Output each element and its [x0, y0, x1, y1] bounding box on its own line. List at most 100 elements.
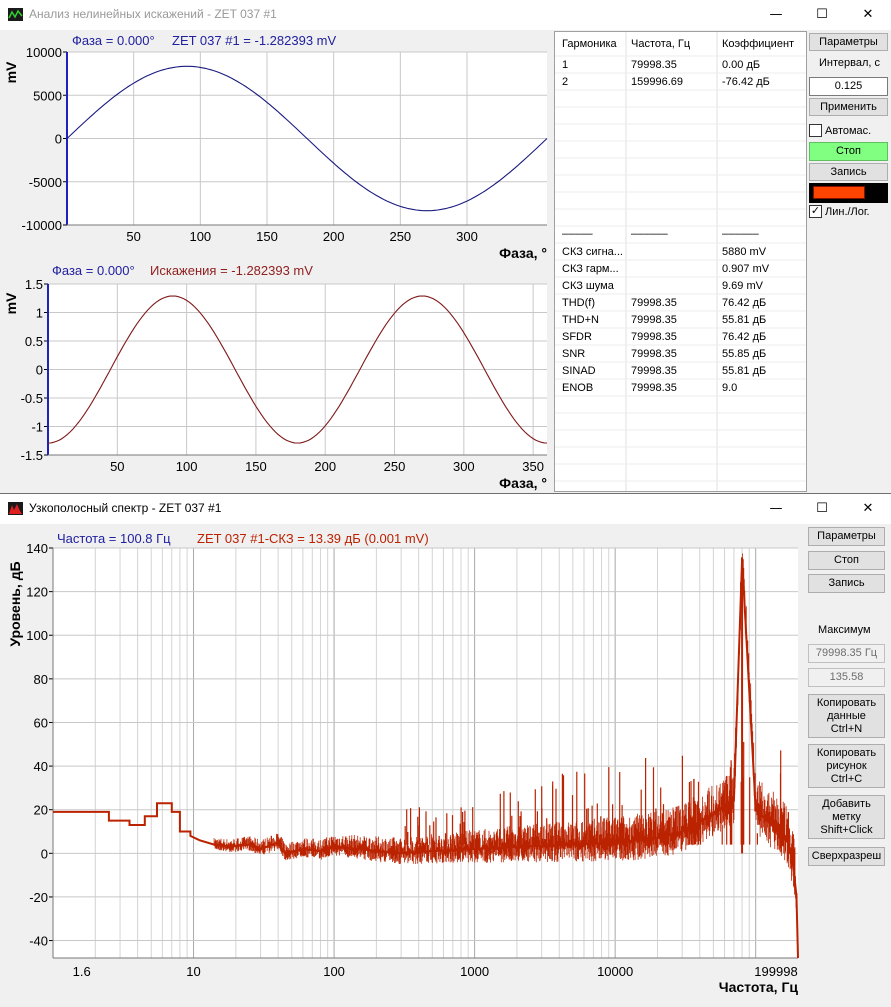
nonlinear-analysis-window: Анализ нелинейных искажений - ZET 037 #1…: [0, 0, 891, 493]
stats-row-cell[interactable]: 79998.35: [631, 314, 677, 326]
column-header-frequency[interactable]: Частота, Гц: [631, 38, 690, 50]
stats-row-cell[interactable]: 79998.35: [631, 297, 677, 309]
stats-row-cell[interactable]: SFDR: [562, 331, 592, 343]
stats-row-cell[interactable]: 55.85 дБ: [722, 348, 766, 360]
x-tick-label: 50: [126, 229, 140, 244]
cursor-readout: Фаза = 0.000°: [72, 33, 155, 48]
stats-row-cell[interactable]: СКЗ шума: [562, 280, 614, 292]
stop-button[interactable]: Стоп: [808, 551, 885, 570]
window-title: Анализ нелинейных искажений - ZET 037 #1: [29, 7, 277, 21]
cursor-readout: Частота = 100.8 Гц: [57, 531, 171, 546]
stats-row-cell[interactable]: 76.42 дБ: [722, 331, 766, 343]
y-tick-label: 60: [34, 715, 48, 730]
add-mark-line2: метку: [832, 811, 861, 823]
x-tick-label: 200: [323, 229, 345, 244]
stop-button[interactable]: Стоп: [809, 142, 888, 161]
y-tick-label: 40: [34, 759, 48, 774]
x-axis-label: Частота, Гц: [719, 979, 799, 995]
stats-row-cell[interactable]: 55.81 дБ: [722, 314, 766, 326]
add-mark-button[interactable]: Добавить метку Shift+Click: [808, 795, 885, 839]
x-tick-label: 150: [245, 459, 267, 474]
y-tick-label: 80: [34, 672, 48, 687]
stats-row-cell[interactable]: 55.81 дБ: [722, 365, 766, 377]
x-tick-label: 1000: [460, 964, 489, 979]
superresolution-button[interactable]: Сверхразреш: [808, 847, 885, 866]
parameters-button[interactable]: Параметры: [809, 33, 888, 51]
harmonic-row-cell[interactable]: -76.42 дБ: [722, 76, 770, 88]
maximize-icon[interactable]: ☐: [799, 494, 845, 524]
x-tick-label: 250: [389, 229, 411, 244]
parameters-button[interactable]: Параметры: [808, 527, 885, 546]
separator-row-cell[interactable]: ––––––: [722, 228, 759, 240]
x-axis-label: Фаза, °: [499, 475, 547, 491]
separator-row-cell[interactable]: ––––––: [631, 228, 668, 240]
maximum-label: Максимум: [818, 624, 871, 636]
spectrum-chart[interactable]: 140 120 100 80 60 40 20 0 -20 -40 1.6 10 100 1000 1000…: [0, 524, 806, 1007]
harmonic-row-cell[interactable]: 79998.35: [631, 59, 677, 71]
stats-row-cell[interactable]: 5880 mV: [722, 246, 766, 258]
app-icon: [8, 8, 23, 21]
maximize-icon[interactable]: ☐: [799, 0, 845, 30]
minimize-icon[interactable]: —: [753, 494, 799, 524]
y-tick-label: 0.5: [25, 334, 43, 349]
x-tick-label: 150: [256, 229, 278, 244]
stats-row-cell[interactable]: 79998.35: [631, 348, 677, 360]
y-axis-label: mV: [3, 61, 19, 83]
harmonic-row-cell[interactable]: 2: [562, 76, 568, 88]
y-tick-label: 100: [26, 628, 48, 643]
stats-row-cell[interactable]: 79998.35: [631, 365, 677, 377]
autoscale-label: Автомас.: [825, 125, 872, 137]
stats-row-cell[interactable]: SNR: [562, 348, 585, 360]
y-tick-label: -0.5: [21, 391, 43, 406]
harmonic-row-cell[interactable]: 1: [562, 59, 568, 71]
stats-row-cell[interactable]: 9.0: [722, 382, 737, 394]
stats-row-cell[interactable]: 79998.35: [631, 331, 677, 343]
app-icon: [8, 502, 23, 515]
record-button[interactable]: Запись: [808, 574, 885, 593]
copy-image-button[interactable]: Копировать рисунок Ctrl+C: [808, 744, 885, 788]
x-tick-label: 100: [323, 964, 345, 979]
y-tick-label: 10000: [26, 45, 62, 60]
record-button[interactable]: Запись: [809, 163, 888, 181]
y-tick-label: -1.5: [21, 448, 43, 463]
linlog-label: Лин./Лог.: [825, 206, 870, 218]
harmonic-row-cell[interactable]: 0.00 дБ: [722, 59, 760, 71]
stats-row-cell[interactable]: 9.69 mV: [722, 280, 763, 292]
minimize-icon[interactable]: —: [753, 0, 799, 30]
y-tick-label: 20: [34, 803, 48, 818]
x-tick-label: 10000: [597, 964, 633, 979]
harmonics-table[interactable]: Гармоника Частота, Гц Коэффициент 1 79998…: [554, 31, 807, 492]
stats-row-cell[interactable]: 79998.35: [631, 382, 677, 394]
close-icon[interactable]: ✕: [845, 0, 891, 30]
stats-row-cell[interactable]: THD+N: [562, 314, 599, 326]
y-tick-label: -5000: [29, 175, 62, 190]
x-tick-label: 199998: [754, 964, 797, 979]
linlog-checkbox[interactable]: ✓: [809, 205, 822, 218]
y-tick-label: 140: [26, 541, 48, 556]
column-header-harmonic[interactable]: Гармоника: [562, 38, 617, 50]
stats-row-cell[interactable]: THD(f): [562, 297, 595, 309]
autoscale-checkbox[interactable]: [809, 124, 822, 137]
close-icon[interactable]: ✕: [845, 494, 891, 524]
x-tick-label: 250: [384, 459, 406, 474]
copy-image-line3: Ctrl+C: [830, 773, 863, 785]
stats-row-cell[interactable]: 76.42 дБ: [722, 297, 766, 309]
title-bar[interactable]: Узкополосный спектр - ZET 037 #1 — ☐ ✕: [0, 494, 891, 524]
harmonic-row-cell[interactable]: 159996.69: [631, 76, 683, 88]
interval-label: Интервал, с: [819, 57, 880, 69]
separator-row-cell[interactable]: –––––: [562, 228, 593, 240]
distortion-chart[interactable]: 1.510.50-0.5-1-1.550 100 150 200 250 300 350Фа…: [0, 262, 553, 493]
title-bar[interactable]: Анализ нелинейных искажений - ZET 037 #1…: [0, 0, 891, 30]
apply-button[interactable]: Применить: [809, 98, 888, 116]
stats-row-cell[interactable]: СКЗ гарм...: [562, 263, 619, 275]
stats-row-cell[interactable]: 0.907 mV: [722, 263, 769, 275]
waveform-chart[interactable]: 10000 5000 0 -5000 -10000 50 100 150 200 250 300 Фа…: [0, 30, 553, 262]
y-tick-label: 0: [41, 846, 48, 861]
interval-input[interactable]: 0.125: [809, 77, 888, 96]
stats-row-cell[interactable]: SINAD: [562, 365, 596, 377]
column-header-coefficient[interactable]: Коэффициент: [722, 38, 794, 50]
x-tick-label: 10: [186, 964, 200, 979]
stats-row-cell[interactable]: СКЗ сигна...: [562, 246, 623, 258]
copy-data-button[interactable]: Копировать данные Ctrl+N: [808, 694, 885, 738]
stats-row-cell[interactable]: ENOB: [562, 382, 593, 394]
